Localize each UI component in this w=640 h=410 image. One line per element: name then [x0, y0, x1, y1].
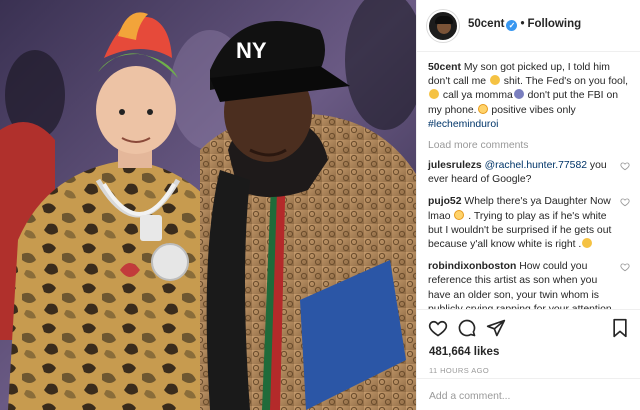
post-side-panel: 50cent ✓ • Following 50cent My son got pick…	[416, 0, 640, 410]
instagram-post: NY 50cent ✓ • Following 50cent My son got p…	[0, 0, 640, 410]
comment-username[interactable]: pujo52	[428, 196, 462, 207]
comment-item: pujo52 Whelp there's ya Daughter Now lma…	[428, 195, 631, 252]
post-caption: 50cent My son got picked up, I told him …	[428, 61, 631, 132]
following-button[interactable]: Following	[527, 18, 581, 30]
caption-username[interactable]: 50cent	[428, 62, 461, 73]
caption-text-5: positive vibes only	[488, 104, 576, 116]
comment-username[interactable]: robindixonboston	[428, 261, 516, 272]
post-photo[interactable]: NY	[0, 0, 416, 410]
smirk-emoji-icon	[489, 75, 500, 86]
laughing-emoji-icon	[454, 209, 465, 220]
laughing-emoji-icon	[477, 103, 488, 114]
avatar-cap	[435, 16, 453, 24]
post-actions: 481,664 likes 11 HOURS AGO	[417, 309, 640, 410]
add-comment-input[interactable]	[429, 387, 629, 405]
comment-like-heart-icon[interactable]	[620, 262, 630, 272]
add-comment-bar	[417, 378, 640, 410]
header-user-line: 50cent ✓ • Following	[468, 18, 581, 31]
wink-emoji-icon	[582, 238, 593, 249]
cap-logo-ny: NY	[236, 38, 267, 63]
comment-username[interactable]: julesrulezs	[428, 160, 482, 171]
verified-badge-icon: ✓	[506, 20, 518, 31]
photo-illustration: NY	[0, 0, 416, 410]
caption-text-2: shit. The Fed's on you fool,	[500, 76, 629, 88]
post-header: 50cent ✓ • Following	[417, 0, 640, 52]
separator-dot: •	[520, 18, 525, 30]
bookmark-icon[interactable]	[610, 318, 630, 338]
comments-scroll-area[interactable]: 50cent My son got picked up, I told him …	[417, 52, 640, 309]
likes-count[interactable]: 481,664 likes	[429, 346, 499, 358]
share-icon[interactable]	[486, 318, 506, 338]
comment-item: julesrulezs @rachel.hunter.77582 you eve…	[428, 159, 631, 187]
comment-item: robindixonboston How could you reference…	[428, 260, 631, 309]
avatar[interactable]	[427, 10, 459, 42]
load-more-comments-button[interactable]: Load more comments	[428, 140, 631, 151]
smile-emoji-icon	[429, 89, 439, 100]
comment-like-heart-icon[interactable]	[620, 197, 630, 207]
comment-icon[interactable]	[457, 318, 477, 338]
comment-like-heart-icon[interactable]	[620, 161, 630, 171]
post-timestamp: 11 HOURS AGO	[429, 366, 490, 375]
caption-text-3: call ya momma	[440, 90, 513, 102]
comment-mention[interactable]: @rachel.hunter.77582	[485, 160, 587, 171]
heart-icon[interactable]	[428, 318, 448, 338]
header-username[interactable]: 50cent	[468, 18, 504, 30]
woman-emoji-icon	[513, 89, 524, 100]
hashtag-link[interactable]: #lecheminduroi	[428, 119, 498, 130]
